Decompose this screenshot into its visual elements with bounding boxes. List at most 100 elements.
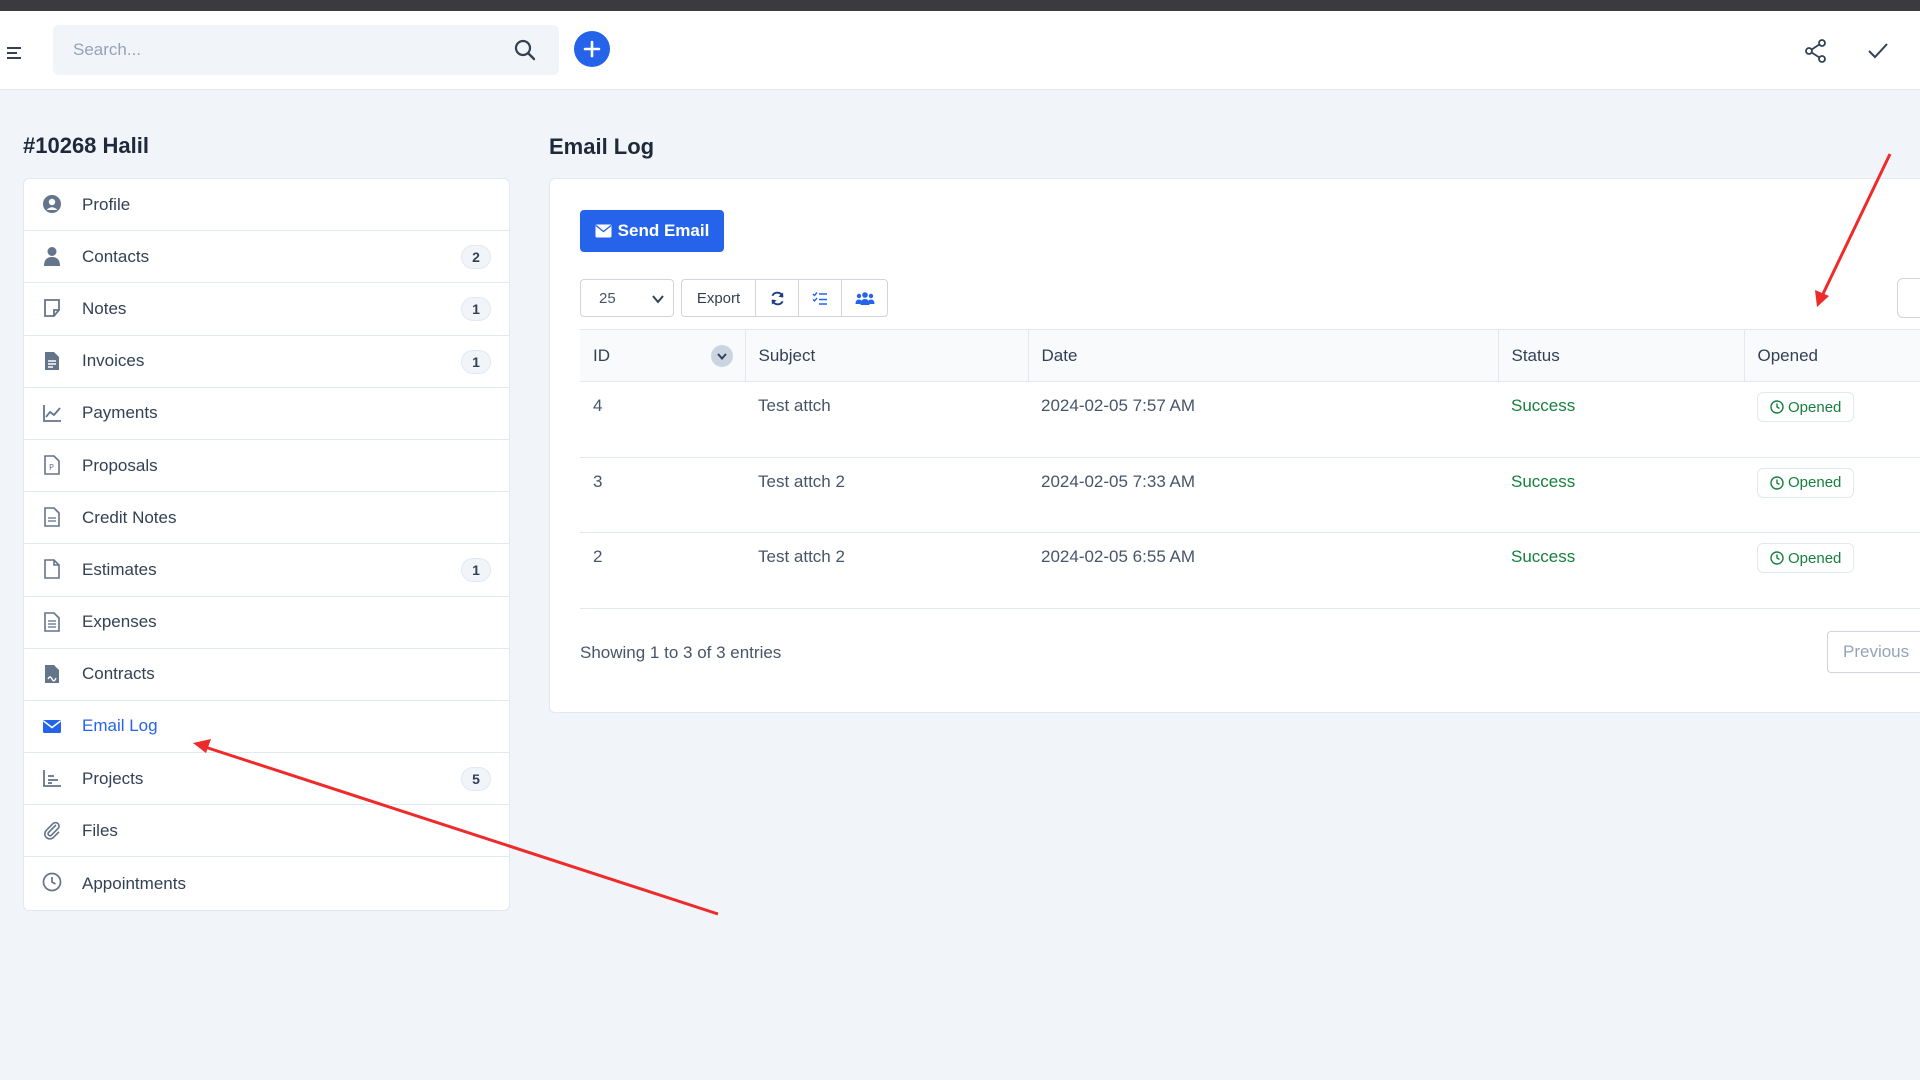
opened-label: Opened — [1788, 398, 1842, 416]
top-navbar — [0, 11, 1920, 90]
sidebar-item-credit-notes[interactable]: Credit Notes — [24, 492, 509, 545]
column-header-label: Date — [1041, 345, 1078, 365]
menu-icon[interactable] — [6, 45, 24, 61]
count-badge: 2 — [461, 245, 491, 270]
cell-date: 2024-02-05 6:55 AM — [1041, 547, 1196, 566]
bar-chart-icon — [43, 770, 61, 787]
column-header-date[interactable]: Date — [1027, 329, 1498, 382]
envelope-icon — [595, 224, 612, 238]
sidebar-item-payments[interactable]: Payments — [24, 388, 509, 440]
chevron-down-icon — [716, 353, 727, 361]
page-title: Email Log — [549, 134, 655, 159]
column-header-label: ID — [593, 345, 610, 365]
file-lines-icon — [44, 611, 60, 632]
page-length-value: 25 — [599, 289, 616, 307]
bulk-actions-button[interactable] — [799, 280, 842, 316]
count-badge: 1 — [461, 297, 491, 322]
column-header-subject[interactable]: Subject — [744, 329, 1028, 382]
sidebar-item-label: Contracts — [82, 664, 155, 684]
sidebar-item-invoices[interactable]: Invoices 1 — [24, 336, 509, 388]
opened-badge: Opened — [1757, 543, 1855, 573]
sidebar-item-label: Files — [82, 820, 118, 840]
table-search-input[interactable] — [1897, 278, 1920, 318]
sidebar-item-label: Profile — [82, 194, 131, 214]
cell-date: 2024-02-05 7:33 AM — [1041, 471, 1196, 491]
column-header-label: Subject — [758, 345, 816, 365]
column-header-label: Opened — [1757, 345, 1819, 365]
cell-opened: Opened — [1744, 457, 1920, 533]
cell-opened: Opened — [1744, 382, 1920, 458]
opened-badge: Opened — [1757, 392, 1855, 422]
count-badge: 1 — [461, 349, 491, 374]
clock-icon — [1770, 551, 1784, 565]
export-button[interactable]: Export — [682, 280, 756, 316]
cell-opened: Opened — [1744, 533, 1920, 609]
send-email-button[interactable]: Send Email — [580, 210, 724, 252]
sidebar-item-expenses[interactable]: Expenses — [24, 597, 509, 649]
paperclip-icon — [44, 822, 60, 840]
sidebar-item-label: Notes — [82, 298, 127, 318]
sort-indicator[interactable] — [710, 345, 733, 367]
sidebar-item-proposals[interactable]: P Proposals — [24, 440, 509, 493]
sidebar-item-contacts[interactable]: Contacts 2 — [24, 231, 509, 284]
plus-icon — [583, 40, 601, 58]
column-header-label: Status — [1511, 345, 1560, 365]
opened-label: Opened — [1788, 474, 1842, 491]
sidebar-item-label: Payments — [82, 403, 158, 423]
sidebar-item-label: Invoices — [82, 351, 145, 371]
table-row[interactable]: 2 Test attch 2 2024-02-05 6:55 AM Succes… — [580, 533, 1920, 609]
cell-id: 4 — [593, 396, 603, 415]
table-button-group: Export — [681, 279, 888, 317]
search-box — [53, 25, 559, 75]
opened-badge: Opened — [1757, 467, 1855, 498]
table-header-row: ID Subject Date Status Opened — [580, 329, 1920, 382]
cell-subject: Test attch 2 — [758, 471, 845, 491]
user-circle-icon — [43, 195, 61, 213]
group-filter-button[interactable] — [842, 280, 887, 316]
sidebar-item-label: Credit Notes — [82, 507, 177, 527]
search-icon[interactable] — [513, 38, 537, 62]
share-icon[interactable] — [1803, 38, 1829, 64]
svg-text:P: P — [49, 463, 54, 472]
column-header-id[interactable]: ID — [580, 329, 745, 382]
table-row[interactable]: 3 Test attch 2 2024-02-05 7:33 AM Succes… — [580, 457, 1920, 533]
cell-id: 2 — [593, 547, 603, 566]
document-icon — [44, 507, 60, 527]
note-icon — [44, 299, 60, 318]
sidebar-item-profile[interactable]: Profile — [24, 179, 509, 232]
column-header-opened[interactable]: Opened — [1743, 329, 1920, 382]
proposal-icon: P — [44, 455, 60, 475]
table-toolbar: 25 Export — [580, 279, 888, 317]
cell-status: Success — [1511, 396, 1576, 415]
send-email-label: Send Email — [617, 221, 710, 240]
sidebar-item-contracts[interactable]: Contracts — [24, 649, 509, 701]
invoice-icon — [45, 351, 59, 370]
table-row[interactable]: 4 Test attch 2024-02-05 7:57 AM Success … — [580, 382, 1920, 458]
opened-label: Opened — [1788, 549, 1842, 567]
sidebar-item-projects[interactable]: Projects 5 — [24, 753, 509, 806]
sidebar-item-label: Estimates — [82, 559, 157, 579]
export-label: Export — [696, 289, 741, 307]
sidebar-item-appointments[interactable]: Appointments — [24, 857, 509, 909]
cell-date: 2024-02-05 7:57 AM — [1041, 396, 1196, 415]
sidebar-item-notes[interactable]: Notes 1 — [24, 283, 509, 336]
refresh-icon — [770, 291, 784, 305]
sidebar-item-files[interactable]: Files — [24, 805, 509, 858]
email-log-panel: Send Email 25 Export ID Subject Date Sta… — [549, 178, 1920, 713]
column-header-status[interactable]: Status — [1497, 329, 1744, 382]
line-chart-icon — [43, 404, 61, 422]
check-icon[interactable] — [1865, 38, 1891, 64]
previous-label: Previous — [1843, 642, 1910, 661]
page-length-select[interactable]: 25 — [580, 279, 674, 317]
search-input[interactable] — [53, 25, 503, 75]
clock-icon — [42, 873, 62, 892]
sidebar-item-email-log[interactable]: Email Log — [24, 701, 509, 754]
sidebar-item-label: Email Log — [82, 716, 158, 736]
window-top-strip — [0, 0, 1920, 11]
quick-create-button[interactable] — [574, 31, 610, 67]
sidebar-item-estimates[interactable]: Estimates 1 — [24, 544, 509, 597]
previous-page-button[interactable]: Previous — [1827, 631, 1920, 673]
reload-button[interactable] — [756, 280, 799, 316]
envelope-icon — [43, 719, 61, 733]
file-icon — [44, 559, 60, 580]
